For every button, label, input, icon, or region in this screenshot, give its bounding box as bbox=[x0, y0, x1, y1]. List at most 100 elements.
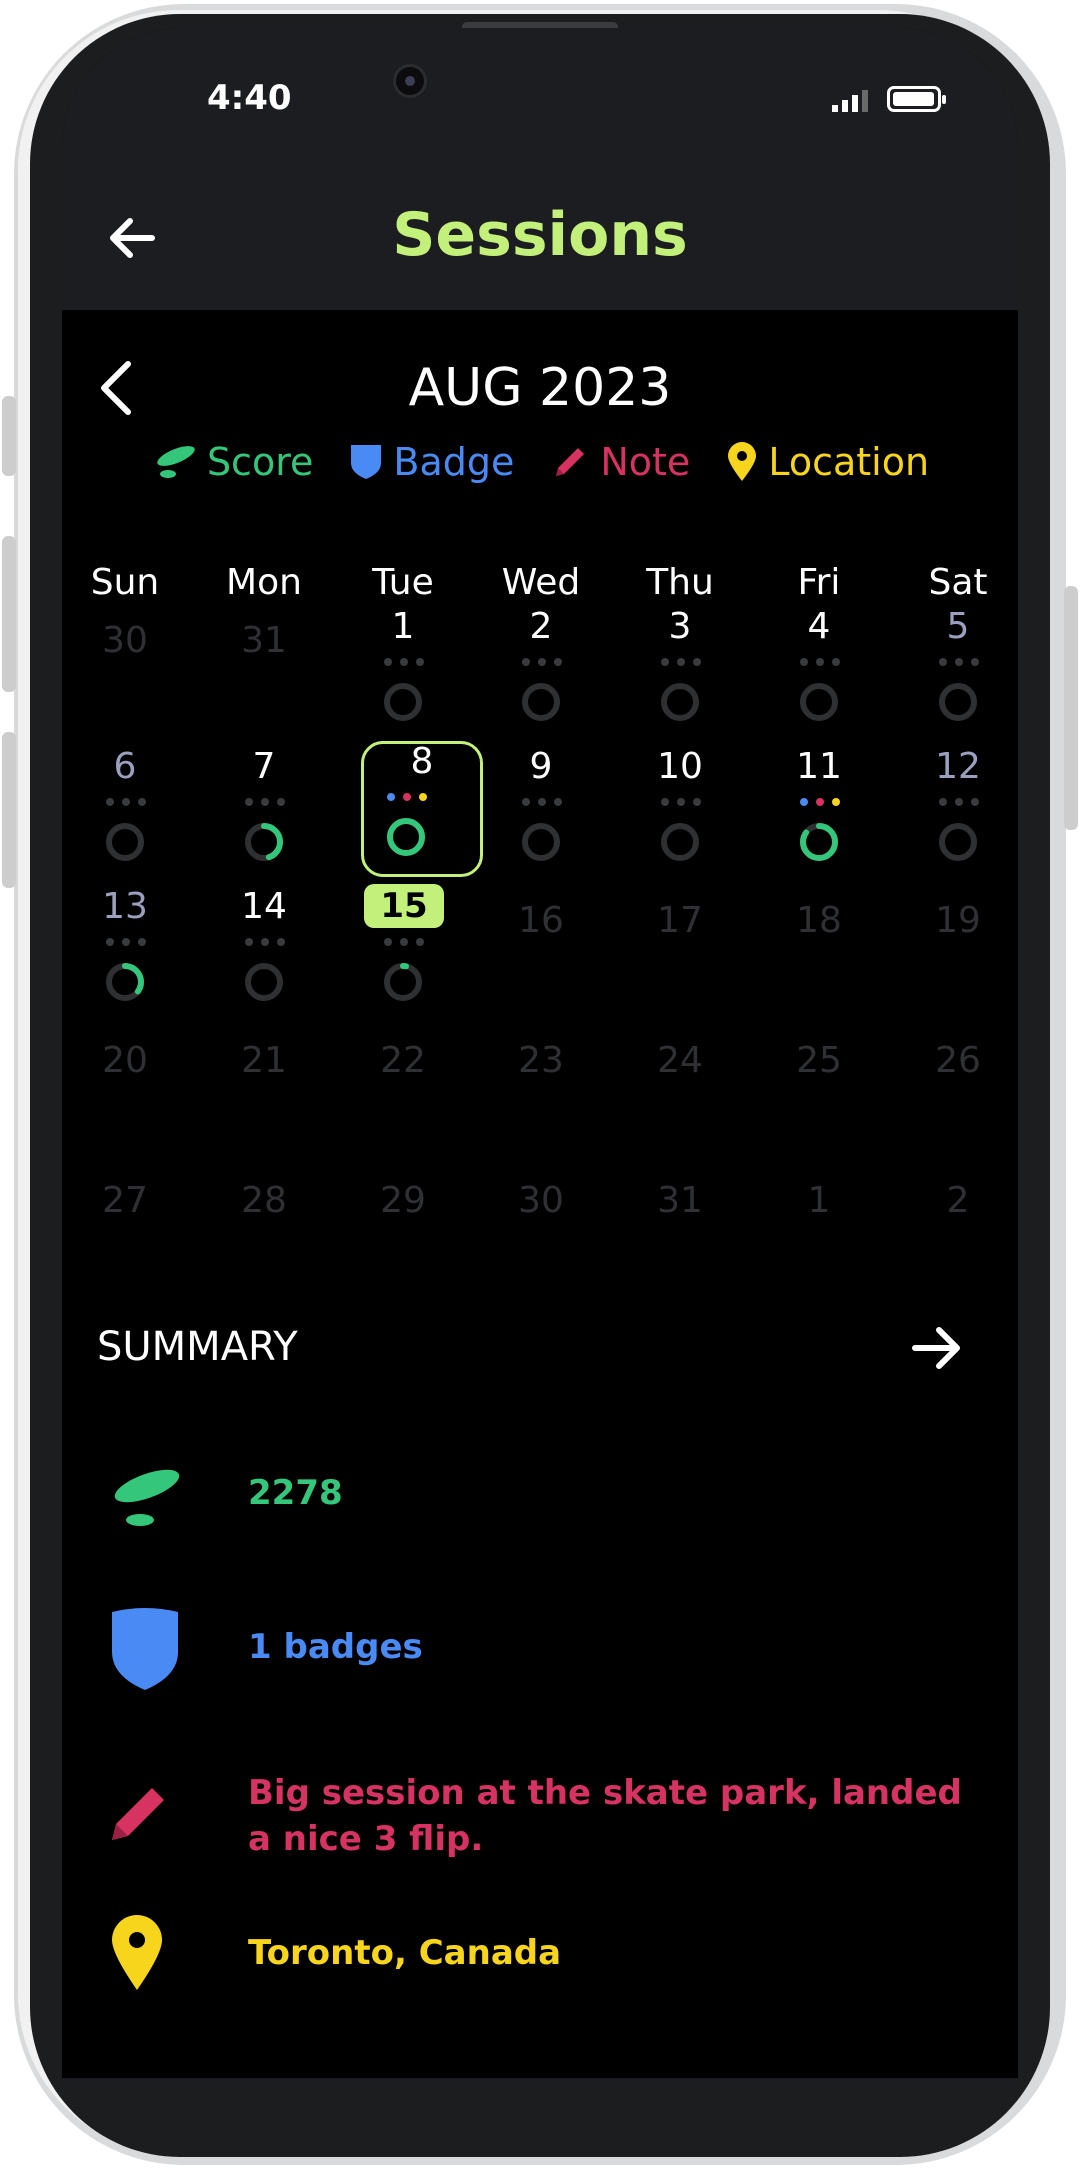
calendar-day-number: 7 bbox=[252, 746, 276, 787]
shield-icon bbox=[112, 1608, 178, 1690]
activity-dot bbox=[677, 798, 685, 806]
calendar-day-number: 27 bbox=[102, 1180, 148, 1221]
activity-dot bbox=[106, 798, 114, 806]
calendar-day[interactable]: 15 bbox=[343, 884, 463, 1026]
calendar-day[interactable]: 4 bbox=[759, 606, 879, 746]
calendar-day-number: 8 bbox=[410, 741, 434, 782]
legend-item-badge: Badge bbox=[349, 440, 514, 484]
legend-label-location: Location bbox=[768, 440, 930, 484]
calendar-day-number: 28 bbox=[241, 1180, 287, 1221]
location-pin-icon bbox=[728, 442, 757, 481]
skateboard-icon bbox=[157, 446, 195, 478]
activity-dot bbox=[939, 658, 947, 666]
calendar-day-number: 4 bbox=[807, 606, 831, 647]
activity-dot bbox=[832, 658, 840, 666]
summary-score-row: 2278 bbox=[62, 1458, 1018, 1538]
activity-dots bbox=[245, 798, 285, 806]
activity-dot bbox=[400, 938, 408, 946]
summary-note-text: Big session at the skate park, landed a … bbox=[248, 1773, 962, 1859]
progress-ring bbox=[245, 963, 283, 1001]
calendar-day-number: 24 bbox=[657, 1040, 703, 1081]
status-time: 4:40 bbox=[207, 78, 292, 118]
activity-dot bbox=[693, 658, 701, 666]
progress-ring-track bbox=[800, 683, 838, 721]
activity-dot bbox=[384, 938, 392, 946]
progress-ring-track bbox=[939, 683, 977, 721]
weekday-fri: Fri bbox=[797, 562, 841, 603]
calendar-day: 31 bbox=[204, 620, 324, 760]
activity-dot bbox=[955, 798, 963, 806]
calendar-day: 28 bbox=[204, 1180, 324, 1320]
calendar-day[interactable]: 11 bbox=[759, 746, 879, 886]
progress-ring-track bbox=[939, 823, 977, 861]
activity-dot bbox=[939, 798, 947, 806]
activity-dots bbox=[939, 658, 979, 666]
progress-ring bbox=[106, 963, 144, 1001]
calendar-day[interactable]: 5 bbox=[898, 606, 1018, 746]
calendar-day[interactable]: 10 bbox=[620, 746, 740, 886]
activity-dot bbox=[138, 938, 146, 946]
pencil-icon bbox=[112, 1788, 164, 1840]
activity-dot bbox=[245, 798, 253, 806]
calendar-day[interactable]: 8 bbox=[361, 741, 483, 877]
activity-dot bbox=[122, 938, 130, 946]
shield-icon bbox=[351, 445, 382, 479]
progress-ring bbox=[800, 823, 838, 861]
calendar-day[interactable]: 6 bbox=[65, 746, 185, 886]
pencil-icon bbox=[556, 448, 585, 476]
calendar-day-number: 11 bbox=[796, 746, 842, 787]
activity-dot bbox=[693, 798, 701, 806]
calendar-day-number: 25 bbox=[796, 1040, 842, 1081]
activity-dots bbox=[522, 798, 562, 806]
progress-ring bbox=[245, 823, 283, 861]
today-badge: 15 bbox=[364, 884, 444, 928]
calendar-day: 18 bbox=[759, 900, 879, 1040]
calendar-day-number: 12 bbox=[935, 746, 981, 787]
calendar-day[interactable]: 2 bbox=[481, 606, 601, 746]
calendar-day-number: 19 bbox=[935, 900, 981, 941]
progress-ring-fill bbox=[800, 823, 838, 861]
weekday-mon: Mon bbox=[226, 562, 302, 603]
calendar-day[interactable]: 13 bbox=[65, 886, 185, 1026]
activity-dot bbox=[971, 798, 979, 806]
activity-dot bbox=[661, 798, 669, 806]
activity-dot bbox=[538, 798, 546, 806]
progress-ring bbox=[800, 683, 838, 721]
calendar-day-number: 16 bbox=[518, 900, 564, 941]
activity-dot bbox=[384, 658, 392, 666]
power-button bbox=[1064, 586, 1078, 830]
calendar-day[interactable]: 14 bbox=[204, 886, 324, 1026]
calendar-day-number: 14 bbox=[241, 886, 287, 927]
calendar-day-number: 21 bbox=[241, 1040, 287, 1081]
calendar-day-number: 2 bbox=[529, 606, 553, 647]
legend-item-location: Location bbox=[726, 440, 929, 484]
calendar-day-number: 26 bbox=[935, 1040, 981, 1081]
calendar-day[interactable]: 3 bbox=[620, 606, 740, 746]
activity-dot bbox=[816, 798, 824, 806]
status-bar: 4:40 bbox=[62, 28, 1018, 168]
activity-dots bbox=[106, 798, 146, 806]
summary-location-value: Toronto, Canada bbox=[248, 1933, 562, 1973]
calendar-day-number: 20 bbox=[102, 1040, 148, 1081]
progress-ring bbox=[522, 823, 560, 861]
activity-dot bbox=[816, 658, 824, 666]
activity-dot bbox=[522, 658, 530, 666]
activity-dots bbox=[245, 938, 285, 946]
activity-dot bbox=[538, 658, 546, 666]
calendar-day: 25 bbox=[759, 1040, 879, 1180]
arrow-right-icon[interactable] bbox=[907, 1320, 967, 1376]
calendar-day[interactable]: 9 bbox=[481, 746, 601, 886]
legend-label-badge: Badge bbox=[393, 440, 515, 484]
calendar-day[interactable]: 7 bbox=[204, 746, 324, 886]
progress-ring bbox=[384, 963, 422, 1001]
legend: Score Badge Note Location bbox=[62, 440, 1018, 484]
activity-dot bbox=[554, 658, 562, 666]
calendar-day[interactable]: 1 bbox=[343, 606, 463, 746]
activity-dot bbox=[245, 938, 253, 946]
activity-dot bbox=[416, 938, 424, 946]
calendar-day-number: 3 bbox=[668, 606, 692, 647]
calendar-day[interactable]: 12 bbox=[898, 746, 1018, 886]
calendar-day: 30 bbox=[65, 620, 185, 760]
legend-label-score: Score bbox=[206, 440, 314, 484]
calendar-day-number: 6 bbox=[113, 746, 137, 787]
